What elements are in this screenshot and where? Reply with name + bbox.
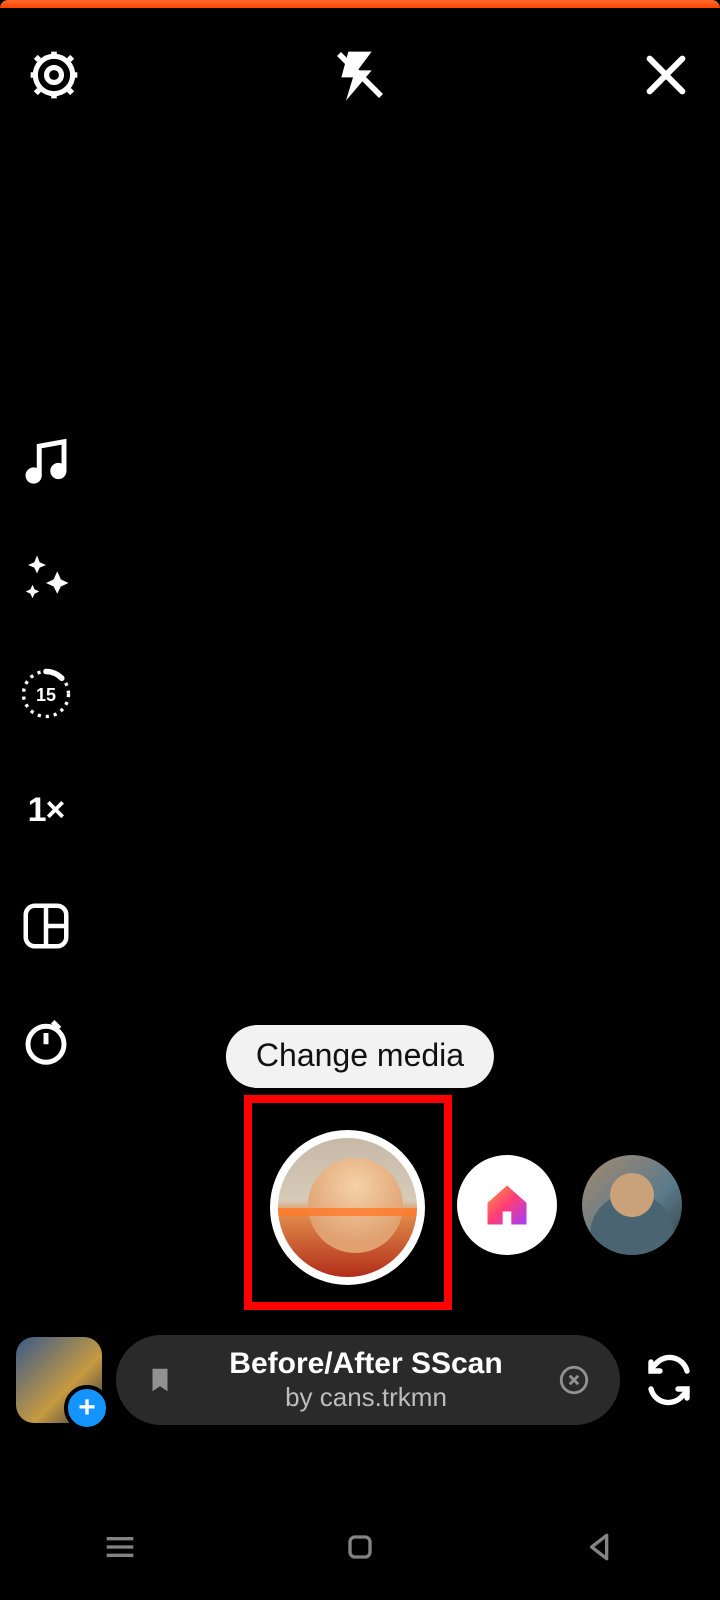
camera-screen: 15 1× Change media [0,0,720,1600]
bookmark-icon [145,1363,175,1397]
speed-button[interactable]: 1× [14,778,78,842]
nav-recents-button[interactable] [90,1517,150,1577]
plus-icon: + [78,1391,96,1425]
system-nav-bar [0,1512,720,1582]
filter-meta: Before/After SScan by cans.trkmn [180,1346,552,1413]
side-toolbar: 15 1× [14,430,78,1074]
timer-button[interactable] [14,1010,78,1074]
settings-button[interactable] [18,39,90,111]
flash-off-icon [332,47,388,103]
gear-icon [26,47,82,103]
change-media-tooltip: Change media [226,1025,494,1088]
gallery-button[interactable]: + [16,1337,102,1423]
status-bar-edge [0,0,720,8]
duration-button[interactable]: 15 [14,662,78,726]
add-media-badge[interactable]: + [64,1385,110,1431]
top-bar [0,30,720,120]
close-circle-icon [557,1363,591,1397]
nav-back-icon [580,1527,620,1567]
sparkles-icon [19,551,73,605]
filter-info-chip[interactable]: Before/After SScan by cans.trkmn [116,1335,620,1425]
filter-info-row: + Before/After SScan by cans.trkmn [0,1325,720,1435]
selected-filter-thumbnail[interactable] [270,1130,425,1285]
music-icon [19,435,73,489]
nav-back-button[interactable] [570,1517,630,1577]
svg-text:15: 15 [36,685,56,705]
home-filter-button[interactable] [457,1155,557,1255]
home-icon [481,1179,533,1231]
camera-flip-icon [642,1353,696,1407]
nav-home-button[interactable] [330,1517,390,1577]
effects-button[interactable] [14,546,78,610]
recents-icon [100,1527,140,1567]
layout-icon [19,899,73,953]
filter-author: by cans.trkmn [285,1382,447,1413]
filter-carousel[interactable] [0,1130,720,1300]
flip-camera-button[interactable] [634,1345,704,1415]
duration-icon: 15 [19,667,73,721]
close-button[interactable] [630,39,702,111]
close-icon [638,47,694,103]
dismiss-filter-button[interactable] [552,1358,596,1402]
flash-button[interactable] [324,39,396,111]
speed-label: 1× [28,791,65,830]
music-button[interactable] [14,430,78,494]
nav-home-icon [340,1527,380,1567]
layout-button[interactable] [14,894,78,958]
save-filter-button[interactable] [140,1360,180,1400]
timer-icon [19,1015,73,1069]
filter-title: Before/After SScan [229,1346,502,1382]
creator-avatar-filter[interactable] [582,1155,682,1255]
